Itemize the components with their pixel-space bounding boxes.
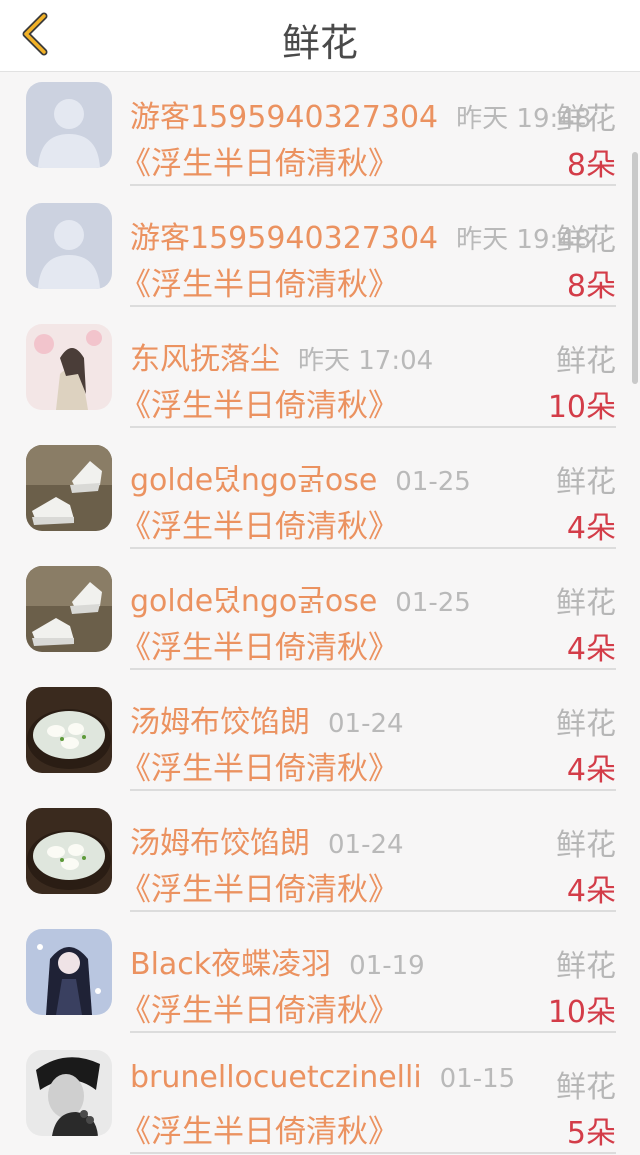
ancient-figure-avatar[interactable] <box>26 324 112 410</box>
scrollbar[interactable] <box>632 152 638 384</box>
user-name[interactable]: brunellocuetczinelli 01-15 <box>130 1060 515 1095</box>
timestamp: 01-15 <box>439 1064 516 1094</box>
default-user-avatar[interactable] <box>26 203 112 289</box>
flower-count: 4朵 <box>566 874 616 909</box>
list-item-content: golde뎠ngo굵ose 01-25 鲜花《浮生半日倚清秋》 4朵 <box>120 435 616 549</box>
list-item[interactable]: golde뎠ngo굵ose 01-25 鲜花《浮生半日倚清秋》 4朵 <box>0 435 640 556</box>
flower-count: 4朵 <box>566 511 616 546</box>
dumpling-soup-avatar[interactable] <box>26 808 112 894</box>
list-item-content: Black夜蝶凌羽 01-19 鲜花《浮生半日倚清秋》 10朵 <box>120 919 616 1033</box>
book-title[interactable]: 《浮生半日倚清秋》 <box>120 985 399 1030</box>
book-title[interactable]: 《浮生半日倚清秋》 <box>120 864 399 909</box>
list-item-content: 游客1595940327304 昨天 19:48 鲜花《浮生半日倚清秋》 8朵 <box>120 193 616 307</box>
list-item[interactable]: 游客1595940327304 昨天 19:48 鲜花《浮生半日倚清秋》 8朵 <box>0 72 640 193</box>
list-item[interactable]: brunellocuetczinelli 01-15 鲜花《浮生半日倚清秋》 5朵 <box>0 1040 640 1155</box>
user-name[interactable]: 汤姆布饺馅朗 01-24 <box>130 697 404 741</box>
user-name-text[interactable]: 汤姆布饺馅朗 <box>130 705 310 740</box>
user-name-text[interactable]: 东风抚落尘 <box>130 342 280 377</box>
page-title: 鲜花 <box>281 21 358 65</box>
gift-type-label: 鲜花 <box>556 949 616 984</box>
list-item-content: 汤姆布饺馅朗 01-24 鲜花《浮生半日倚清秋》 4朵 <box>120 798 616 912</box>
user-name-text[interactable]: golde뎠ngo굵ose <box>130 584 377 619</box>
gift-type-label: 鲜花 <box>556 465 616 500</box>
flower-count: 8朵 <box>566 269 616 304</box>
list-item-content: 东风抚落尘 昨天 17:04 鲜花《浮生半日倚清秋》 10朵 <box>120 314 616 428</box>
dumpling-soup-avatar[interactable] <box>26 687 112 773</box>
sneakers-avatar[interactable] <box>26 445 112 531</box>
book-title[interactable]: 《浮生半日倚清秋》 <box>120 259 399 304</box>
flower-count: 4朵 <box>566 632 616 667</box>
list-item[interactable]: 汤姆布饺馅朗 01-24 鲜花《浮生半日倚清秋》 4朵 <box>0 798 640 919</box>
list-item[interactable]: golde뎠ngo굵ose 01-25 鲜花《浮生半日倚清秋》 4朵 <box>0 556 640 677</box>
list-item[interactable]: 游客1595940327304 昨天 19:48 鲜花《浮生半日倚清秋》 8朵 <box>0 193 640 314</box>
bw-portrait-avatar[interactable] <box>26 1050 112 1136</box>
gift-type-label: 鲜花 <box>556 102 616 137</box>
list-item-content: brunellocuetczinelli 01-15 鲜花《浮生半日倚清秋》 5朵 <box>120 1040 616 1154</box>
user-name[interactable]: Black夜蝶凌羽 01-19 <box>130 939 425 983</box>
user-name-text[interactable]: 游客1595940327304 <box>130 100 438 135</box>
gift-type-label: 鲜花 <box>556 344 616 379</box>
flower-gift-list[interactable]: 游客1595940327304 昨天 19:48 鲜花 《浮生半日倚清秋》 8朵 游客15… <box>0 72 640 1155</box>
gift-type-label: 鲜花 <box>556 707 616 742</box>
user-name[interactable]: golde뎠ngo굵ose 01-25 <box>130 576 471 620</box>
gift-type-label: 鲜花 <box>556 828 616 863</box>
list-item[interactable]: 东风抚落尘 昨天 17:04 鲜花《浮生半日倚清秋》 10朵 <box>0 314 640 435</box>
user-name-text[interactable]: 游客1595940327304 <box>130 221 438 256</box>
timestamp: 01-19 <box>349 951 425 981</box>
user-name[interactable]: 汤姆布饺馅朗 01-24 <box>130 818 404 862</box>
book-title[interactable]: 《浮生半日倚清秋》 <box>120 501 399 546</box>
book-title[interactable]: 《浮生半日倚清秋》 <box>120 743 399 788</box>
list-item[interactable]: 汤姆布饺馅朗 01-24 鲜花《浮生半日倚清秋》 4朵 <box>0 677 640 798</box>
timestamp: 01-25 <box>395 467 471 497</box>
book-title[interactable]: 《浮生半日倚清秋》 <box>120 622 399 667</box>
list-item[interactable]: Black夜蝶凌羽 01-19 鲜花《浮生半日倚清秋》 10朵 <box>0 919 640 1040</box>
list-item-content: 汤姆布饺馅朗 01-24 鲜花《浮生半日倚清秋》 4朵 <box>120 677 616 791</box>
list-item-content: golde뎠ngo굵ose 01-25 鲜花《浮生半日倚清秋》 4朵 <box>120 556 616 670</box>
gift-type-label: 鲜花 <box>556 1070 616 1105</box>
book-title[interactable]: 《浮生半日倚清秋》 <box>120 138 399 183</box>
user-name[interactable]: 东风抚落尘 昨天 17:04 <box>130 334 433 378</box>
user-name[interactable]: 游客1595940327304 昨天 19:48 <box>130 92 591 136</box>
timestamp: 01-25 <box>395 588 471 618</box>
default-user-avatar[interactable] <box>26 82 112 168</box>
flower-count: 10朵 <box>547 995 616 1030</box>
flower-count: 10朵 <box>547 390 616 425</box>
book-title[interactable]: 《浮生半日倚清秋》 <box>120 380 399 425</box>
flower-count: 5朵 <box>566 1116 616 1151</box>
sneakers-avatar[interactable] <box>26 566 112 652</box>
anime-character-avatar[interactable] <box>26 929 112 1015</box>
user-name[interactable]: golde뎠ngo굵ose 01-25 <box>130 455 471 499</box>
list-item-content: 游客1595940327304 昨天 19:48 鲜花《浮生半日倚清秋》 8朵 <box>120 72 616 186</box>
user-name[interactable]: 游客1595940327304 昨天 19:48 <box>130 213 591 257</box>
header-bar: 鲜花 <box>0 0 640 72</box>
user-name-text[interactable]: Black夜蝶凌羽 <box>130 947 331 982</box>
flower-count: 4朵 <box>566 753 616 788</box>
gift-type-label: 鲜花 <box>556 223 616 258</box>
user-name-text[interactable]: 汤姆布饺馅朗 <box>130 826 310 861</box>
timestamp: 01-24 <box>328 709 404 739</box>
user-name-text[interactable]: golde뎠ngo굵ose <box>130 463 377 498</box>
flower-count: 8朵 <box>566 148 616 183</box>
timestamp: 昨天 17:04 <box>298 346 434 376</box>
user-name-text[interactable]: brunellocuetczinelli <box>130 1060 422 1095</box>
gift-type-label: 鲜花 <box>556 586 616 621</box>
book-title[interactable]: 《浮生半日倚清秋》 <box>120 1106 399 1151</box>
timestamp: 01-24 <box>328 830 404 860</box>
